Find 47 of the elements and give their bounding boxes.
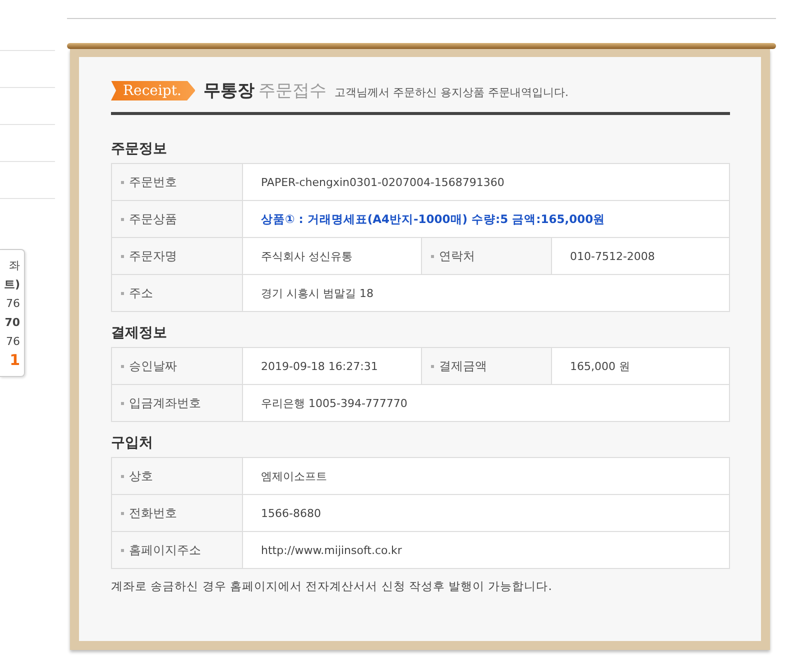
section-title: 결제정보 [111, 324, 168, 343]
bullet-icon [121, 292, 124, 294]
sidebar-text: 1 [10, 351, 21, 370]
value-cell-text: 주식회사 성신유통 [260, 248, 354, 264]
sidebar-text: 트) [4, 277, 21, 293]
bullet-icon [121, 180, 124, 184]
section-title: 주문정보 [111, 140, 168, 159]
sidebar-text: 70 [4, 315, 21, 331]
value-cell-text: 엠제이소프트 [260, 468, 328, 484]
page-title: 무통장 [203, 80, 254, 102]
field-label: 연락처 [439, 248, 475, 264]
page-title-light: 주문접수 [258, 80, 326, 102]
bullet-icon [121, 512, 124, 514]
field-label: 전화번호 [129, 504, 177, 522]
section-title: 구입처 [111, 434, 154, 453]
page-subtitle: 고객님께서 주문하신 용지상품 주문내역입니다. [334, 85, 568, 100]
value-cell-text: 우리은행 1005-394-777770 [260, 396, 408, 412]
field-label: 홈페이지주소 [129, 542, 201, 558]
receipt-badge: Receipt. [111, 80, 196, 100]
field-label: 주문상품 [129, 210, 177, 228]
bullet-icon [431, 364, 434, 368]
value-cell-text: http://www.mijinsoft.co.kr [260, 542, 403, 558]
sidebar-text: 76 [6, 334, 21, 350]
value-cell-text: 010-7512-2008 [569, 248, 656, 264]
value-cell-text: 상품① : 거래명세표(A4반지-1000매) 수량:5 금액:165,000원 [260, 210, 606, 228]
field-label: 주문번호 [129, 174, 177, 190]
field-label: 상호 [129, 468, 153, 484]
value-cell-text: 경기 시흥시 범말길 18 [260, 286, 374, 302]
sidebar-text: 76 [6, 296, 21, 312]
bullet-icon [121, 364, 124, 368]
sidebar-text: 좌 [9, 258, 21, 274]
bullet-icon [121, 548, 124, 552]
bullet-icon [121, 218, 124, 220]
value-cell-text: PAPER-chengxin0301-0207004-1568791360 [260, 174, 506, 190]
field-label: 주문자명 [129, 248, 177, 264]
bullet-icon [121, 474, 124, 478]
value-cell-text: 2019-09-18 16:27:31 [260, 358, 379, 374]
value-cell-text: 1566-8680 [260, 506, 322, 522]
notice-text: 계좌로 송금하신 경우 홈페이지에서 전자계산서서 신청 작성후 발행이 가능합니다. [111, 579, 553, 594]
field-label: 승인날짜 [129, 358, 177, 374]
field-label: 입금계좌번호 [129, 394, 201, 412]
bullet-icon [431, 254, 434, 258]
field-label: 결제금액 [439, 358, 487, 374]
bullet-icon [121, 254, 124, 258]
field-label: 주소 [129, 284, 153, 302]
bullet-icon [121, 402, 124, 404]
value-cell-text: 165,000 원 [569, 358, 631, 374]
